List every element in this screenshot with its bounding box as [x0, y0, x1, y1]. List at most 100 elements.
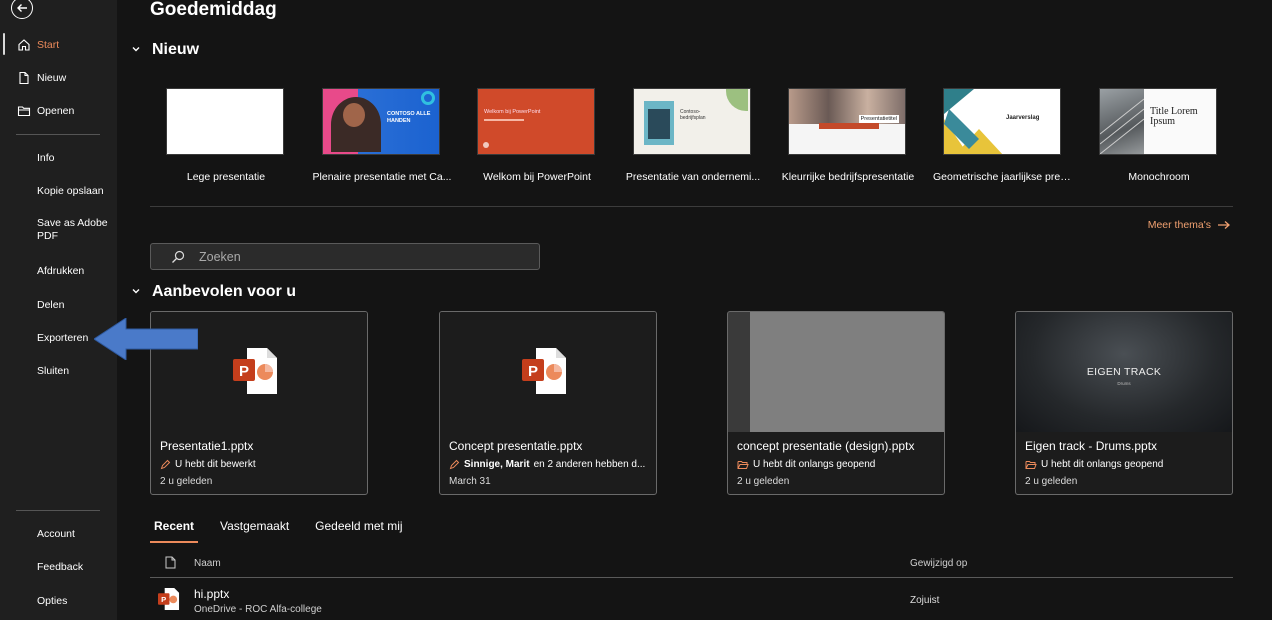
column-header-name[interactable]: Naam — [194, 558, 221, 569]
decor-bar — [819, 123, 879, 129]
template-thumbnail — [166, 88, 284, 155]
file-modified: Zojuist — [910, 595, 940, 606]
template-name: Kleurrijke bedrijfspresentatie — [781, 171, 915, 183]
powerpoint-file-icon: P — [233, 348, 277, 394]
activity-text: U hebt dit onlangs geopend — [753, 459, 876, 470]
recommended-card[interactable]: P Concept presentatie.pptx Sinnige, Mari… — [439, 311, 657, 495]
backstage-main: Goedemiddag Nieuw Lege presentatie CONTO… — [117, 0, 1272, 620]
section-title: Aanbevolen voor u — [152, 283, 297, 300]
template-thumbnail: Jaarverslag — [943, 88, 1061, 155]
home-icon — [17, 38, 31, 52]
card-time: 2 u geleden — [1025, 476, 1078, 487]
nav-label: Start — [37, 38, 60, 51]
geometric-shapes — [944, 89, 1003, 154]
nav-label: Save as Adobe PDF — [37, 217, 108, 242]
template-name: Geometrische jaarlijkse pres... — [933, 171, 1073, 183]
nav-item-feedback[interactable]: Feedback — [0, 559, 117, 575]
nav-label: Kopie opslaan — [37, 184, 104, 197]
sidebar-divider — [16, 134, 100, 135]
search-box[interactable] — [150, 243, 540, 270]
thumb-text: Contoso-bedrijfsplan — [680, 109, 706, 121]
card-preview: EIGEN TRACK Drums — [1016, 312, 1232, 432]
arrow-right-icon — [1218, 221, 1230, 229]
nav-item-share[interactable]: Delen — [0, 297, 117, 313]
backstage-sidebar: Start Nieuw Openen Info Kopie opslaan Sa… — [0, 0, 117, 620]
thumb-title: EIGEN TRACK — [1086, 366, 1162, 378]
template-geometric[interactable]: Jaarverslag Geometrische jaarlijkse pres… — [933, 88, 1073, 183]
file-type-icon — [165, 556, 176, 569]
nav-label: Exporteren — [37, 331, 89, 344]
template-thumbnail: Contoso-bedrijfsplan — [633, 88, 751, 155]
column-header-modified[interactable]: Gewijzigd op — [910, 558, 967, 569]
nav-item-open[interactable]: Openen — [0, 103, 117, 119]
list-divider — [150, 577, 1233, 578]
chevron-down-icon — [131, 44, 143, 57]
nav-label: Info — [37, 151, 55, 164]
thumb-text: Jaarverslag — [1006, 115, 1040, 121]
file-location: OneDrive - ROC Alfa-college — [194, 604, 322, 615]
card-activity: Sinnige, Marit en 2 anderen hebben d... — [449, 459, 645, 470]
card-time: 2 u geleden — [160, 476, 213, 487]
template-name: Lege presentatie — [186, 171, 266, 183]
card-preview — [728, 312, 944, 432]
nav-item-close[interactable]: Sluiten — [0, 363, 117, 379]
decor-line — [484, 119, 524, 121]
card-activity: U hebt dit onlangs geopend — [737, 459, 875, 470]
decor-circle — [421, 91, 435, 105]
card-title: Concept presentatie.pptx — [449, 439, 583, 453]
template-blank[interactable]: Lege presentatie — [166, 88, 286, 183]
card-title: concept presentatie (design).pptx — [737, 439, 915, 453]
template-colorful[interactable]: Presentatietitel Kleurrijke bedrijfspres… — [782, 88, 914, 183]
file-tabs: Recent Vastgemaakt Gedeeld met mij — [150, 519, 425, 543]
recommended-card[interactable]: EIGEN TRACK Drums Eigen track - Drums.pp… — [1015, 311, 1233, 495]
folder-icon — [17, 104, 31, 118]
nav-item-info[interactable]: Info — [0, 150, 117, 166]
svg-text:P: P — [528, 363, 538, 380]
nav-item-save-as-pdf[interactable]: Save as Adobe PDF — [0, 217, 117, 245]
recommended-section-header[interactable]: Aanbevolen voor u — [131, 283, 296, 301]
search-input[interactable] — [199, 248, 519, 266]
nav-item-print[interactable]: Afdrukken — [0, 263, 117, 279]
thumb-text: Presentatietitel — [858, 115, 899, 123]
decor-dot — [483, 142, 489, 148]
recommended-card[interactable]: concept presentatie (design).pptx U hebt… — [727, 311, 945, 495]
thumb-text: Welkom bij PowerPoint — [484, 109, 541, 115]
nav-item-start[interactable]: Start — [0, 37, 117, 53]
nav-item-save-copy[interactable]: Kopie opslaan — [0, 183, 117, 199]
tab-pinned[interactable]: Vastgemaakt — [216, 519, 293, 541]
new-section-header[interactable]: Nieuw — [131, 41, 199, 59]
thumb-subtitle: Drums — [1117, 381, 1131, 386]
section-title: Nieuw — [152, 41, 200, 58]
preview-side-strip — [728, 312, 750, 432]
card-title: Presentatie1.pptx — [160, 439, 254, 453]
tab-recent[interactable]: Recent — [150, 519, 199, 543]
more-themes-link[interactable]: Meer thema's — [1148, 219, 1231, 231]
chevron-down-icon — [131, 286, 143, 299]
nav-label: Sluiten — [37, 364, 70, 377]
template-welcome[interactable]: Welkom bij PowerPoint Welkom bij PowerPo… — [477, 88, 597, 183]
nav-label: Account — [37, 527, 75, 540]
template-name: Monochroom — [1128, 171, 1190, 183]
folder-open-icon — [1025, 460, 1037, 469]
folder-open-icon — [737, 460, 749, 469]
pencil-icon — [160, 459, 171, 470]
activity-text: U hebt dit bewerkt — [175, 459, 256, 470]
svg-text:P: P — [239, 363, 249, 380]
new-file-icon — [17, 71, 31, 85]
tab-shared-with-me[interactable]: Gedeeld met mij — [311, 519, 406, 541]
divider — [150, 206, 1233, 207]
thumb-text: Title Lorem Ipsum — [1150, 106, 1198, 127]
nav-item-account[interactable]: Account — [0, 526, 117, 542]
back-button[interactable] — [11, 0, 33, 19]
powerpoint-file-icon: P — [522, 348, 566, 394]
template-plenary[interactable]: CONTOSO ALLE HANDEN Plenaire presentatie… — [313, 88, 451, 183]
template-business-plan[interactable]: Contoso-bedrijfsplan Presentatie van ond… — [626, 88, 760, 183]
card-title: Eigen track - Drums.pptx — [1025, 439, 1158, 453]
stairs-lines — [1100, 98, 1144, 154]
template-monochrome[interactable]: Title Lorem Ipsum Monochroom — [1099, 88, 1219, 183]
powerpoint-file-icon: P — [158, 588, 180, 610]
nav-item-new[interactable]: Nieuw — [0, 70, 117, 86]
template-name: Welkom bij PowerPoint — [483, 171, 591, 183]
nav-item-options[interactable]: Opties — [0, 593, 117, 609]
card-activity: U hebt dit onlangs geopend — [1025, 459, 1163, 470]
